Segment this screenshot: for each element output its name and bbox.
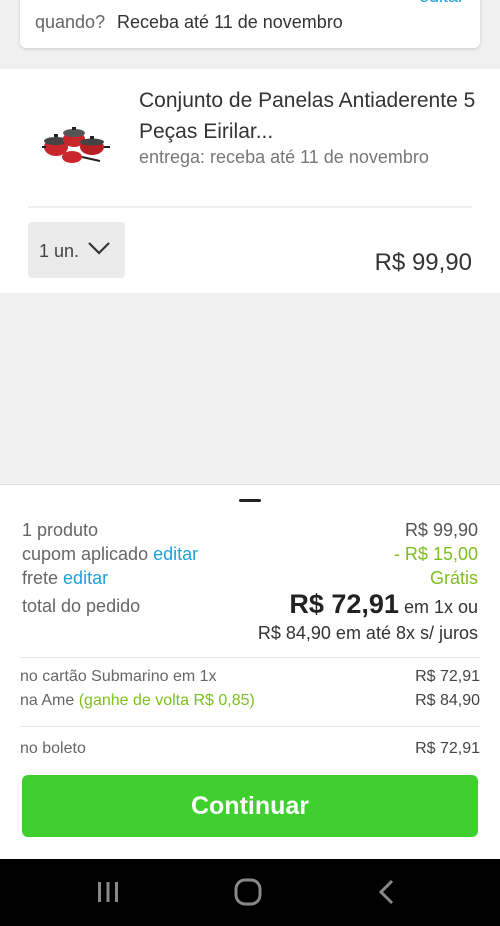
product-delivery: entrega: receba até 11 de novembro: [139, 147, 429, 167]
coupon-label: cupom aplicado: [22, 544, 149, 564]
delivery-edit-link[interactable]: editar: [419, 0, 464, 7]
shipping-edit-link[interactable]: editar: [63, 568, 108, 588]
quantity-select[interactable]: 1 un.: [28, 222, 125, 278]
cart-item: Conjunto de Panelas Antiaderente 5 Peças…: [0, 69, 500, 293]
delivery-card: quando? Receba até 11 de novembro editar: [20, 0, 480, 48]
total-label: total do pedido: [22, 596, 141, 616]
installments-info: R$ 84,90 em até 8x s/ juros: [257, 623, 478, 643]
boleto-payment-value: R$ 72,91: [415, 740, 480, 757]
quantity-value: 1 un.: [39, 241, 80, 261]
coupon-row: cupom aplicado editar: [22, 544, 198, 565]
shipping-row: frete editar: [22, 568, 108, 589]
coupon-edit-link[interactable]: editar: [153, 544, 198, 564]
ame-payment-row: na Ame (ganhe de volta R$ 0,85): [20, 692, 255, 710]
products-count-label: 1 produto: [22, 520, 99, 540]
coupon-discount: - R$ 15,00: [393, 544, 478, 564]
ame-payment-value: R$ 84,90: [415, 692, 480, 709]
divider: [20, 657, 480, 658]
total-suffix: em 1x ou: [403, 597, 478, 617]
card-payment-value: R$ 72,91: [415, 668, 480, 685]
total-row: R$ 72,91 em 1x ou: [289, 589, 478, 620]
chevron-down-icon: [88, 242, 110, 255]
ame-cashback: (ganhe de volta R$ 0,85): [78, 692, 255, 709]
shipping-label: frete: [22, 568, 59, 588]
card-payment-label: no cartão Submarino em 1x: [20, 668, 217, 685]
shipping-value: Grátis: [429, 568, 478, 588]
delivery-value: Receba até 11 de novembro: [117, 12, 343, 32]
total-value: R$ 72,91: [289, 589, 399, 619]
product-image: [42, 127, 110, 163]
divider: [28, 206, 472, 208]
system-nav-bar: [0, 859, 500, 926]
order-summary: 1 produto R$ 99,90 cupom aplicado editar…: [0, 484, 500, 860]
continue-button[interactable]: Continuar: [22, 775, 478, 837]
recent-apps-icon[interactable]: [88, 875, 128, 909]
divider: [20, 726, 480, 727]
boleto-payment-label: no boleto: [20, 740, 86, 757]
ame-payment-label: na Ame: [20, 692, 75, 709]
product-price: R$ 99,90: [374, 249, 472, 276]
home-icon[interactable]: [228, 875, 268, 909]
products-subtotal: R$ 99,90: [404, 520, 478, 540]
drag-handle[interactable]: [239, 499, 261, 502]
product-title[interactable]: Conjunto de Panelas Antiaderente 5 Peças…: [139, 85, 479, 147]
back-icon[interactable]: [368, 875, 408, 909]
delivery-label: quando?: [35, 12, 106, 32]
